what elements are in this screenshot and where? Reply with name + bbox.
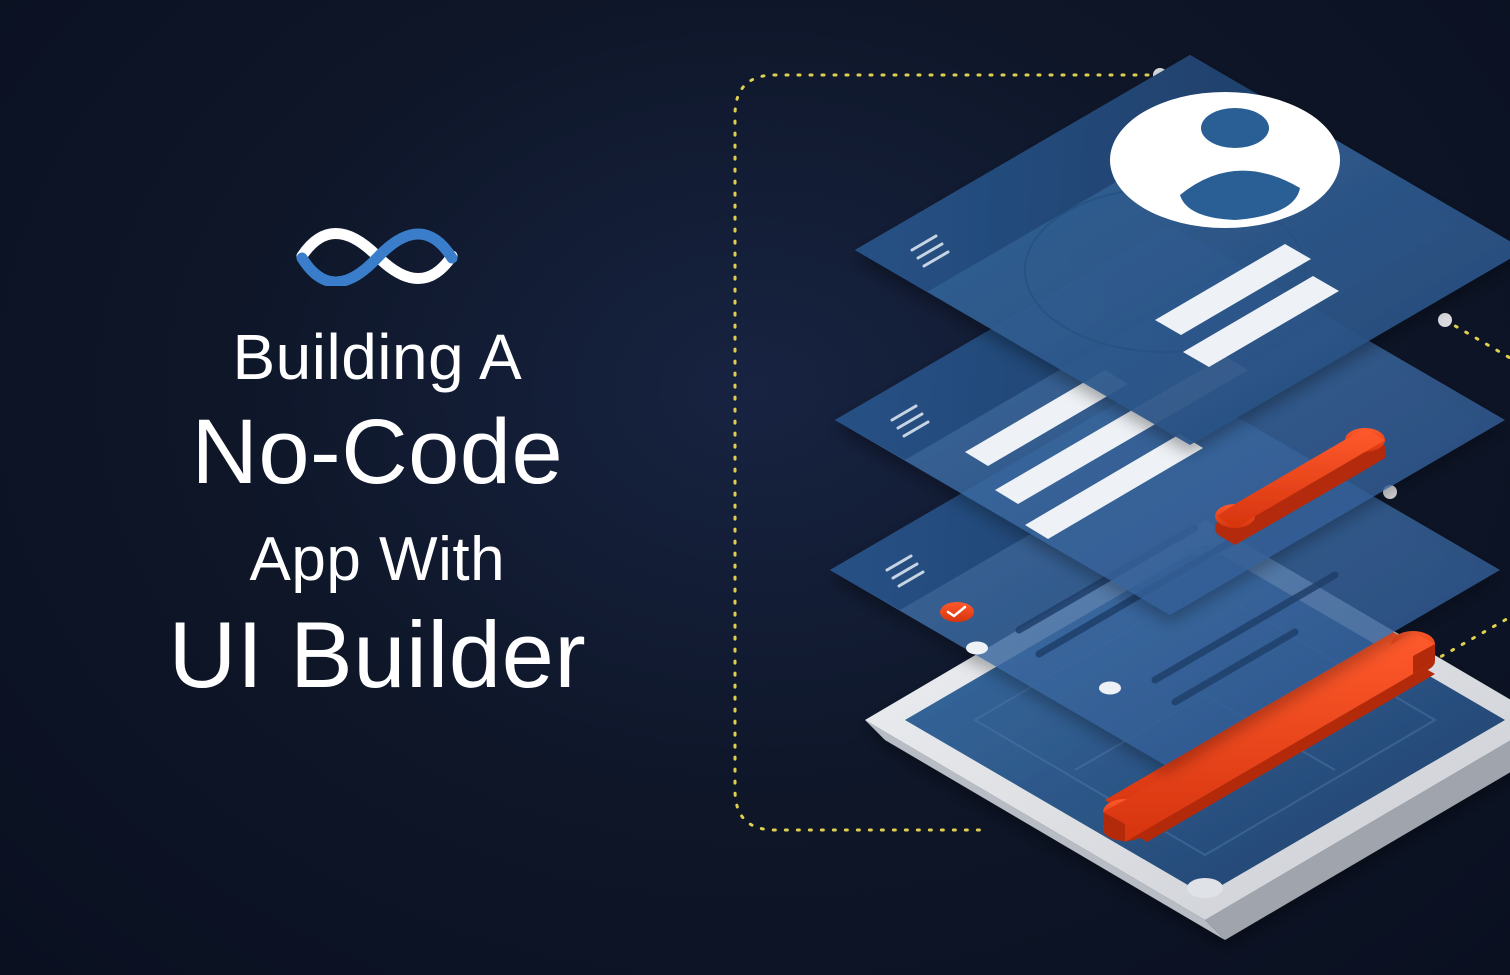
- title-line-2: No-Code: [191, 400, 563, 506]
- title-line-4: UI Builder: [168, 601, 586, 709]
- text-column: Building A No-Code App With UI Builder: [0, 0, 695, 975]
- illustration-column: [695, 0, 1510, 975]
- title-line-3: App With: [250, 524, 506, 595]
- title-line-1: Building A: [232, 321, 522, 395]
- isometric-phone-illustration: [635, 0, 1510, 975]
- brand-logo-icon: [292, 206, 462, 291]
